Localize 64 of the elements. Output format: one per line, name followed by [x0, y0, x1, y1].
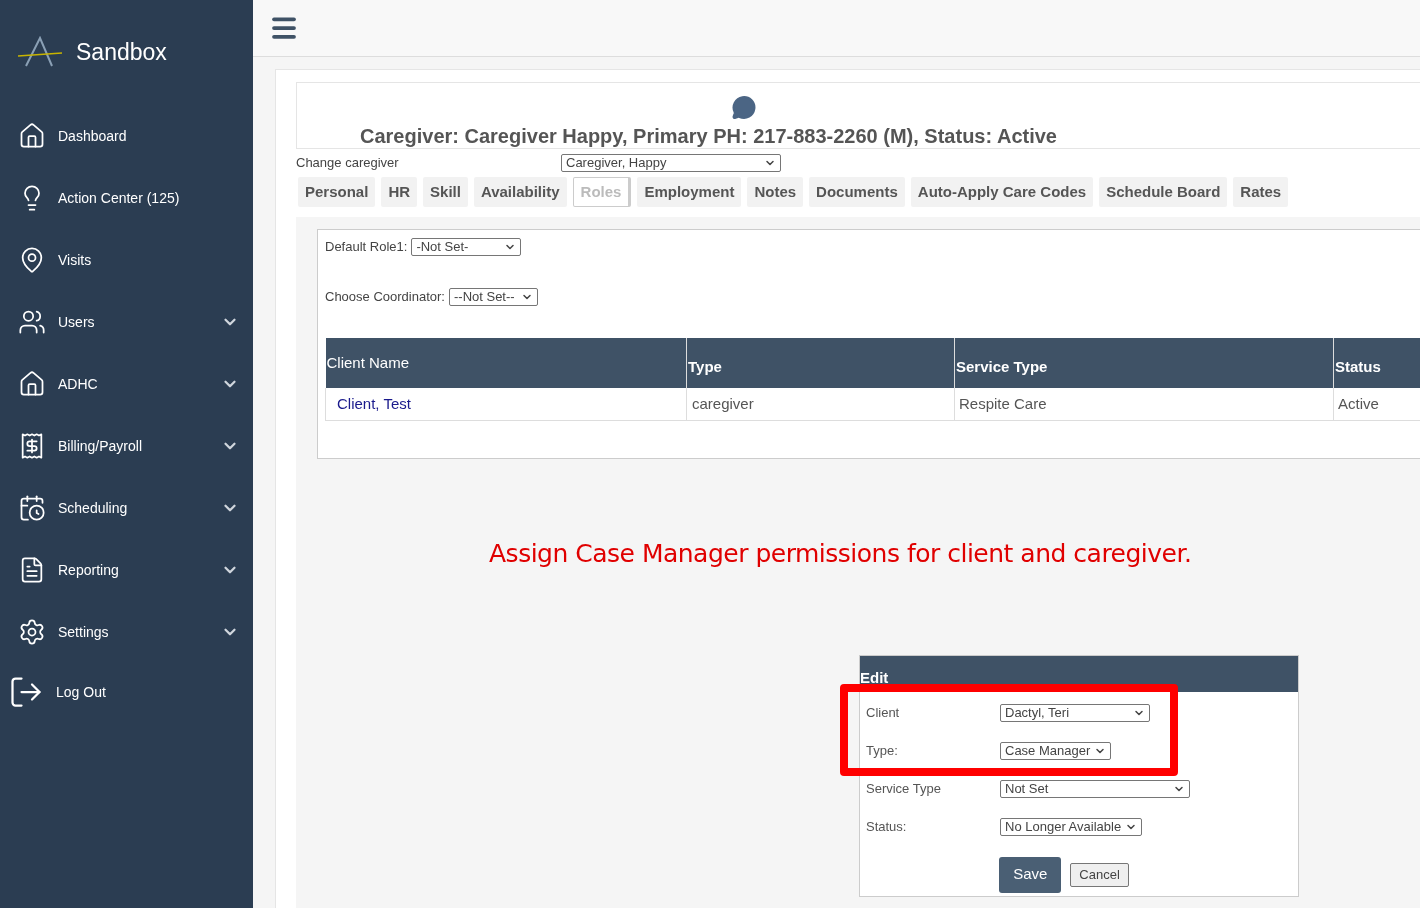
nav-item[interactable]: Users: [0, 291, 253, 353]
nav-label: Visits: [58, 250, 93, 270]
nav-label: Billing/Payroll: [58, 436, 144, 456]
annotation-text: Assign Case Manager permissions for client and caregiver.: [489, 538, 1193, 570]
field-label: Service Type: [866, 779, 942, 798]
dropdown[interactable]: --Not Set--: [448, 288, 538, 306]
nav-item[interactable]: Log Out: [0, 663, 253, 721]
field-label: Choose Coordinator:: [325, 288, 445, 307]
column-header: Service Type: [954, 338, 1334, 388]
field-label: Default Role1:: [325, 238, 408, 257]
nav-label: Log Out: [56, 682, 107, 702]
people-icon: [18, 308, 46, 336]
tab[interactable]: Availability: [473, 177, 567, 207]
nav-label: Settings: [58, 622, 110, 642]
cancel-button[interactable]: Cancel: [1070, 862, 1129, 887]
tab[interactable]: HR: [381, 177, 418, 207]
nav-item[interactable]: Reporting: [0, 539, 253, 601]
brand-title: Sandbox: [76, 37, 167, 67]
nav-item[interactable]: Action Center (125): [0, 167, 253, 229]
field-label: Client: [866, 703, 901, 722]
nav-label: Reporting: [58, 560, 120, 580]
column-header: Type: [686, 338, 955, 388]
nav-label: Dashboard: [58, 126, 128, 146]
nav-label: ADHC: [58, 374, 99, 394]
settings-icon: [18, 618, 46, 646]
client-link[interactable]: Client, Test: [337, 394, 411, 412]
nav-label: Action Center (125): [58, 188, 181, 208]
field-label: Type:: [866, 741, 899, 760]
dropdown[interactable]: Not Set: [1000, 779, 1190, 798]
house-icon: [18, 370, 46, 398]
column-header: Client Name: [325, 338, 687, 388]
field-label: Status:: [866, 817, 908, 836]
column-header: Status: [1333, 338, 1420, 388]
table-cell: Respite Care: [954, 388, 1334, 420]
tab[interactable]: Employment: [637, 177, 742, 207]
house-icon: [18, 122, 46, 150]
chat-icon[interactable]: [730, 95, 757, 120]
tab[interactable]: Personal: [298, 177, 376, 207]
nav-label: Users: [58, 312, 96, 332]
tab[interactable]: Documents: [809, 177, 905, 207]
nav-item[interactable]: Visits: [0, 229, 253, 291]
page-title: Caregiver: Caregiver Happy, Primary PH: 217-883-2260 (M), Status: Active: [360, 124, 1057, 148]
table-cell: Active: [1333, 388, 1420, 420]
caregiver-dropdown[interactable]: Caregiver, Happy: [561, 154, 781, 172]
nav-label: Scheduling: [58, 498, 129, 518]
nav-item[interactable]: Scheduling: [0, 477, 253, 539]
dropdown[interactable]: -Not Set-: [411, 238, 522, 256]
dropdown[interactable]: No Longer Available: [1000, 817, 1143, 836]
tab[interactable]: Rates: [1233, 177, 1289, 207]
save-button[interactable]: Save: [999, 856, 1062, 893]
tab[interactable]: Schedule Board: [1099, 177, 1228, 207]
nav-item[interactable]: Dashboard: [0, 105, 253, 167]
field-label: Change caregiver: [296, 154, 400, 173]
nav-item[interactable]: ADHC: [0, 353, 253, 415]
dropdown[interactable]: Case Manager: [1000, 741, 1112, 760]
dropdown[interactable]: Dactyl, Teri: [1000, 703, 1150, 722]
nav-item[interactable]: Billing/Payroll: [0, 415, 253, 477]
calendar-clock-icon: [18, 494, 46, 522]
nav-item[interactable]: Settings: [0, 601, 253, 663]
tab[interactable]: Skill: [423, 177, 468, 207]
panel-title: Edit: [860, 668, 889, 688]
tab[interactable]: Auto-Apply Care Codes: [910, 177, 1094, 207]
tab[interactable]: Notes: [747, 177, 804, 207]
table-cell: caregiver: [686, 388, 955, 420]
